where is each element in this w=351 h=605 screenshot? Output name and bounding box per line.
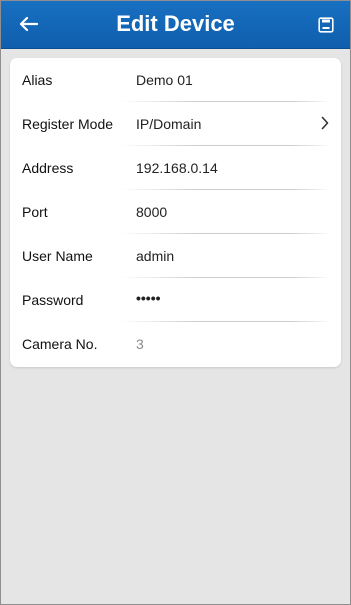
password-row[interactable]: Password ••••• [10, 278, 341, 322]
top-app-bar: Edit Device [1, 1, 350, 49]
page-title: Edit Device [116, 11, 235, 36]
register-mode-value[interactable]: IP/Domain [136, 116, 201, 132]
chevron-right-icon[interactable] [321, 116, 329, 130]
alias-label: Alias [22, 72, 53, 88]
register-mode-row[interactable]: Register Mode IP/Domain [10, 102, 341, 146]
user-name-label: User Name [22, 248, 93, 264]
password-label: Password [22, 292, 84, 308]
user-name-value[interactable]: admin [136, 248, 174, 264]
port-row[interactable]: Port 8000 [10, 190, 341, 234]
user-name-row[interactable]: User Name admin [10, 234, 341, 278]
address-row[interactable]: Address 192.168.0.14 [10, 146, 341, 190]
device-form-card: Alias Demo 01 Register Mode IP/Domain Ad… [10, 58, 341, 367]
camera-number-label: Camera No. [22, 336, 98, 352]
register-mode-label: Register Mode [22, 116, 114, 132]
alias-row[interactable]: Alias Demo 01 [10, 58, 341, 102]
camera-number-row: Camera No. 3 [10, 322, 341, 366]
save-icon [318, 17, 334, 33]
address-value[interactable]: 192.168.0.14 [136, 160, 218, 176]
port-value[interactable]: 8000 [136, 204, 167, 220]
save-button[interactable] [314, 13, 338, 37]
port-label: Port [22, 204, 48, 220]
camera-number-value: 3 [136, 336, 144, 352]
alias-value[interactable]: Demo 01 [136, 72, 193, 88]
edit-device-screen: Edit Device Alias Demo 01 Register Mode … [0, 0, 351, 605]
address-label: Address [22, 160, 74, 176]
password-value[interactable]: ••••• [136, 290, 161, 306]
